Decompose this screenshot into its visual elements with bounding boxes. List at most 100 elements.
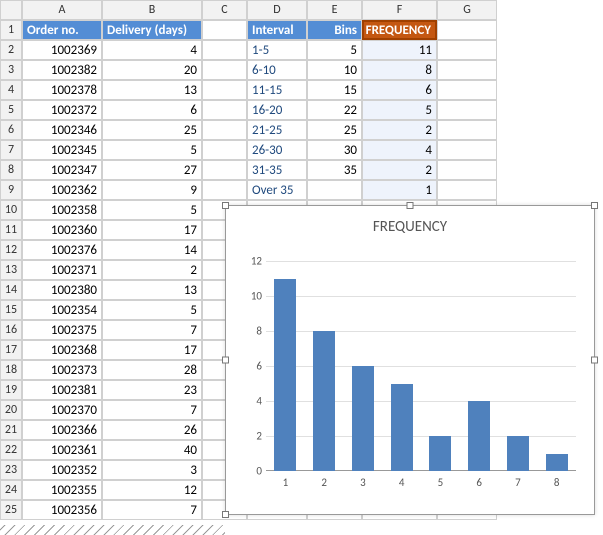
col-header-D[interactable]: D [247,0,307,20]
cell-B4[interactable]: 13 [102,80,202,100]
cell-B24[interactable]: 12 [102,480,202,500]
row-header-25[interactable]: 25 [0,500,22,520]
cell-F1[interactable]: FREQUENCY [362,20,437,40]
row-header-9[interactable]: 9 [0,180,22,200]
col-header-B[interactable]: B [102,0,202,20]
cell-B9[interactable]: 9 [102,180,202,200]
cell-E1[interactable]: Bins [307,20,362,40]
cell-A10[interactable]: 1002358 [22,200,102,220]
cell-B2[interactable]: 4 [102,40,202,60]
col-header-E[interactable]: E [307,0,362,20]
cell-D4[interactable]: 11-15 [247,80,307,100]
chart-title[interactable]: FREQUENCY [226,218,594,236]
cell-B13[interactable]: 2 [102,260,202,280]
row-header-23[interactable]: 23 [0,460,22,480]
cell-G6[interactable] [437,120,497,140]
cell-B18[interactable]: 28 [102,360,202,380]
row-header-20[interactable]: 20 [0,400,22,420]
cell-B11[interactable]: 17 [102,220,202,240]
cell-F8[interactable]: 2 [362,160,437,180]
cell-A16[interactable]: 1002375 [22,320,102,340]
resize-handle[interactable] [591,357,598,364]
cell-F7[interactable]: 4 [362,140,437,160]
cell-F3[interactable]: 8 [362,60,437,80]
cell-B5[interactable]: 6 [102,100,202,120]
cell-C5[interactable] [202,100,247,120]
cell-D2[interactable]: 1-5 [247,40,307,60]
row-header-21[interactable]: 21 [0,420,22,440]
cell-E7[interactable]: 30 [307,140,362,160]
cell-A24[interactable]: 1002355 [22,480,102,500]
cell-A11[interactable]: 1002360 [22,220,102,240]
cell-E5[interactable]: 22 [307,100,362,120]
chart-bar[interactable] [274,279,296,472]
chart-bar[interactable] [352,366,374,471]
row-header-1[interactable]: 1 [0,20,22,40]
cell-C1[interactable] [202,20,247,40]
chart-bar[interactable] [468,401,490,471]
row-header-12[interactable]: 12 [0,240,22,260]
resize-handle[interactable] [407,202,414,209]
cell-D5[interactable]: 16-20 [247,100,307,120]
cell-B6[interactable]: 25 [102,120,202,140]
cell-D7[interactable]: 26-30 [247,140,307,160]
cell-A23[interactable]: 1002352 [22,460,102,480]
cell-C2[interactable] [202,40,247,60]
row-header-3[interactable]: 3 [0,60,22,80]
cell-B25[interactable]: 7 [102,500,202,520]
cell-C6[interactable] [202,120,247,140]
cell-F6[interactable]: 2 [362,120,437,140]
row-header-22[interactable]: 22 [0,440,22,460]
row-header-6[interactable]: 6 [0,120,22,140]
cell-A9[interactable]: 1002362 [22,180,102,200]
cell-G3[interactable] [437,60,497,80]
row-header-13[interactable]: 13 [0,260,22,280]
cell-G2[interactable] [437,40,497,60]
resize-handle[interactable] [222,202,229,209]
cell-B21[interactable]: 26 [102,420,202,440]
cell-C4[interactable] [202,80,247,100]
cell-G5[interactable] [437,100,497,120]
cell-E8[interactable]: 35 [307,160,362,180]
row-header-19[interactable]: 19 [0,380,22,400]
cell-B3[interactable]: 20 [102,60,202,80]
cell-G8[interactable] [437,160,497,180]
cell-D1[interactable]: Interval [247,20,307,40]
cell-A12[interactable]: 1002376 [22,240,102,260]
cell-G7[interactable] [437,140,497,160]
row-header-10[interactable]: 10 [0,200,22,220]
row-header-7[interactable]: 7 [0,140,22,160]
row-header-5[interactable]: 5 [0,100,22,120]
chart-object[interactable]: FREQUENCY 02468101212345678 [225,205,595,515]
cell-C9[interactable] [202,180,247,200]
cell-A21[interactable]: 1002366 [22,420,102,440]
cell-F9[interactable]: 1 [362,180,437,200]
select-all[interactable] [0,0,22,20]
row-header-4[interactable]: 4 [0,80,22,100]
chart-bar[interactable] [429,436,451,471]
row-header-24[interactable]: 24 [0,480,22,500]
cell-F2[interactable]: 11 [362,40,437,60]
cell-B23[interactable]: 3 [102,460,202,480]
cell-A18[interactable]: 1002373 [22,360,102,380]
cell-B14[interactable]: 13 [102,280,202,300]
resize-handle[interactable] [591,202,598,209]
resize-handle[interactable] [222,357,229,364]
col-header-C[interactable]: C [202,0,247,20]
row-header-11[interactable]: 11 [0,220,22,240]
col-header-A[interactable]: A [22,0,102,20]
cell-A7[interactable]: 1002345 [22,140,102,160]
cell-B8[interactable]: 27 [102,160,202,180]
resize-handle[interactable] [222,511,229,518]
cell-A3[interactable]: 1002382 [22,60,102,80]
cell-B15[interactable]: 5 [102,300,202,320]
cell-E2[interactable]: 5 [307,40,362,60]
cell-E9[interactable] [307,180,362,200]
cell-B16[interactable]: 7 [102,320,202,340]
cell-D8[interactable]: 31-35 [247,160,307,180]
cell-E3[interactable]: 10 [307,60,362,80]
cell-A6[interactable]: 1002346 [22,120,102,140]
cell-B20[interactable]: 7 [102,400,202,420]
cell-A13[interactable]: 1002371 [22,260,102,280]
row-header-14[interactable]: 14 [0,280,22,300]
